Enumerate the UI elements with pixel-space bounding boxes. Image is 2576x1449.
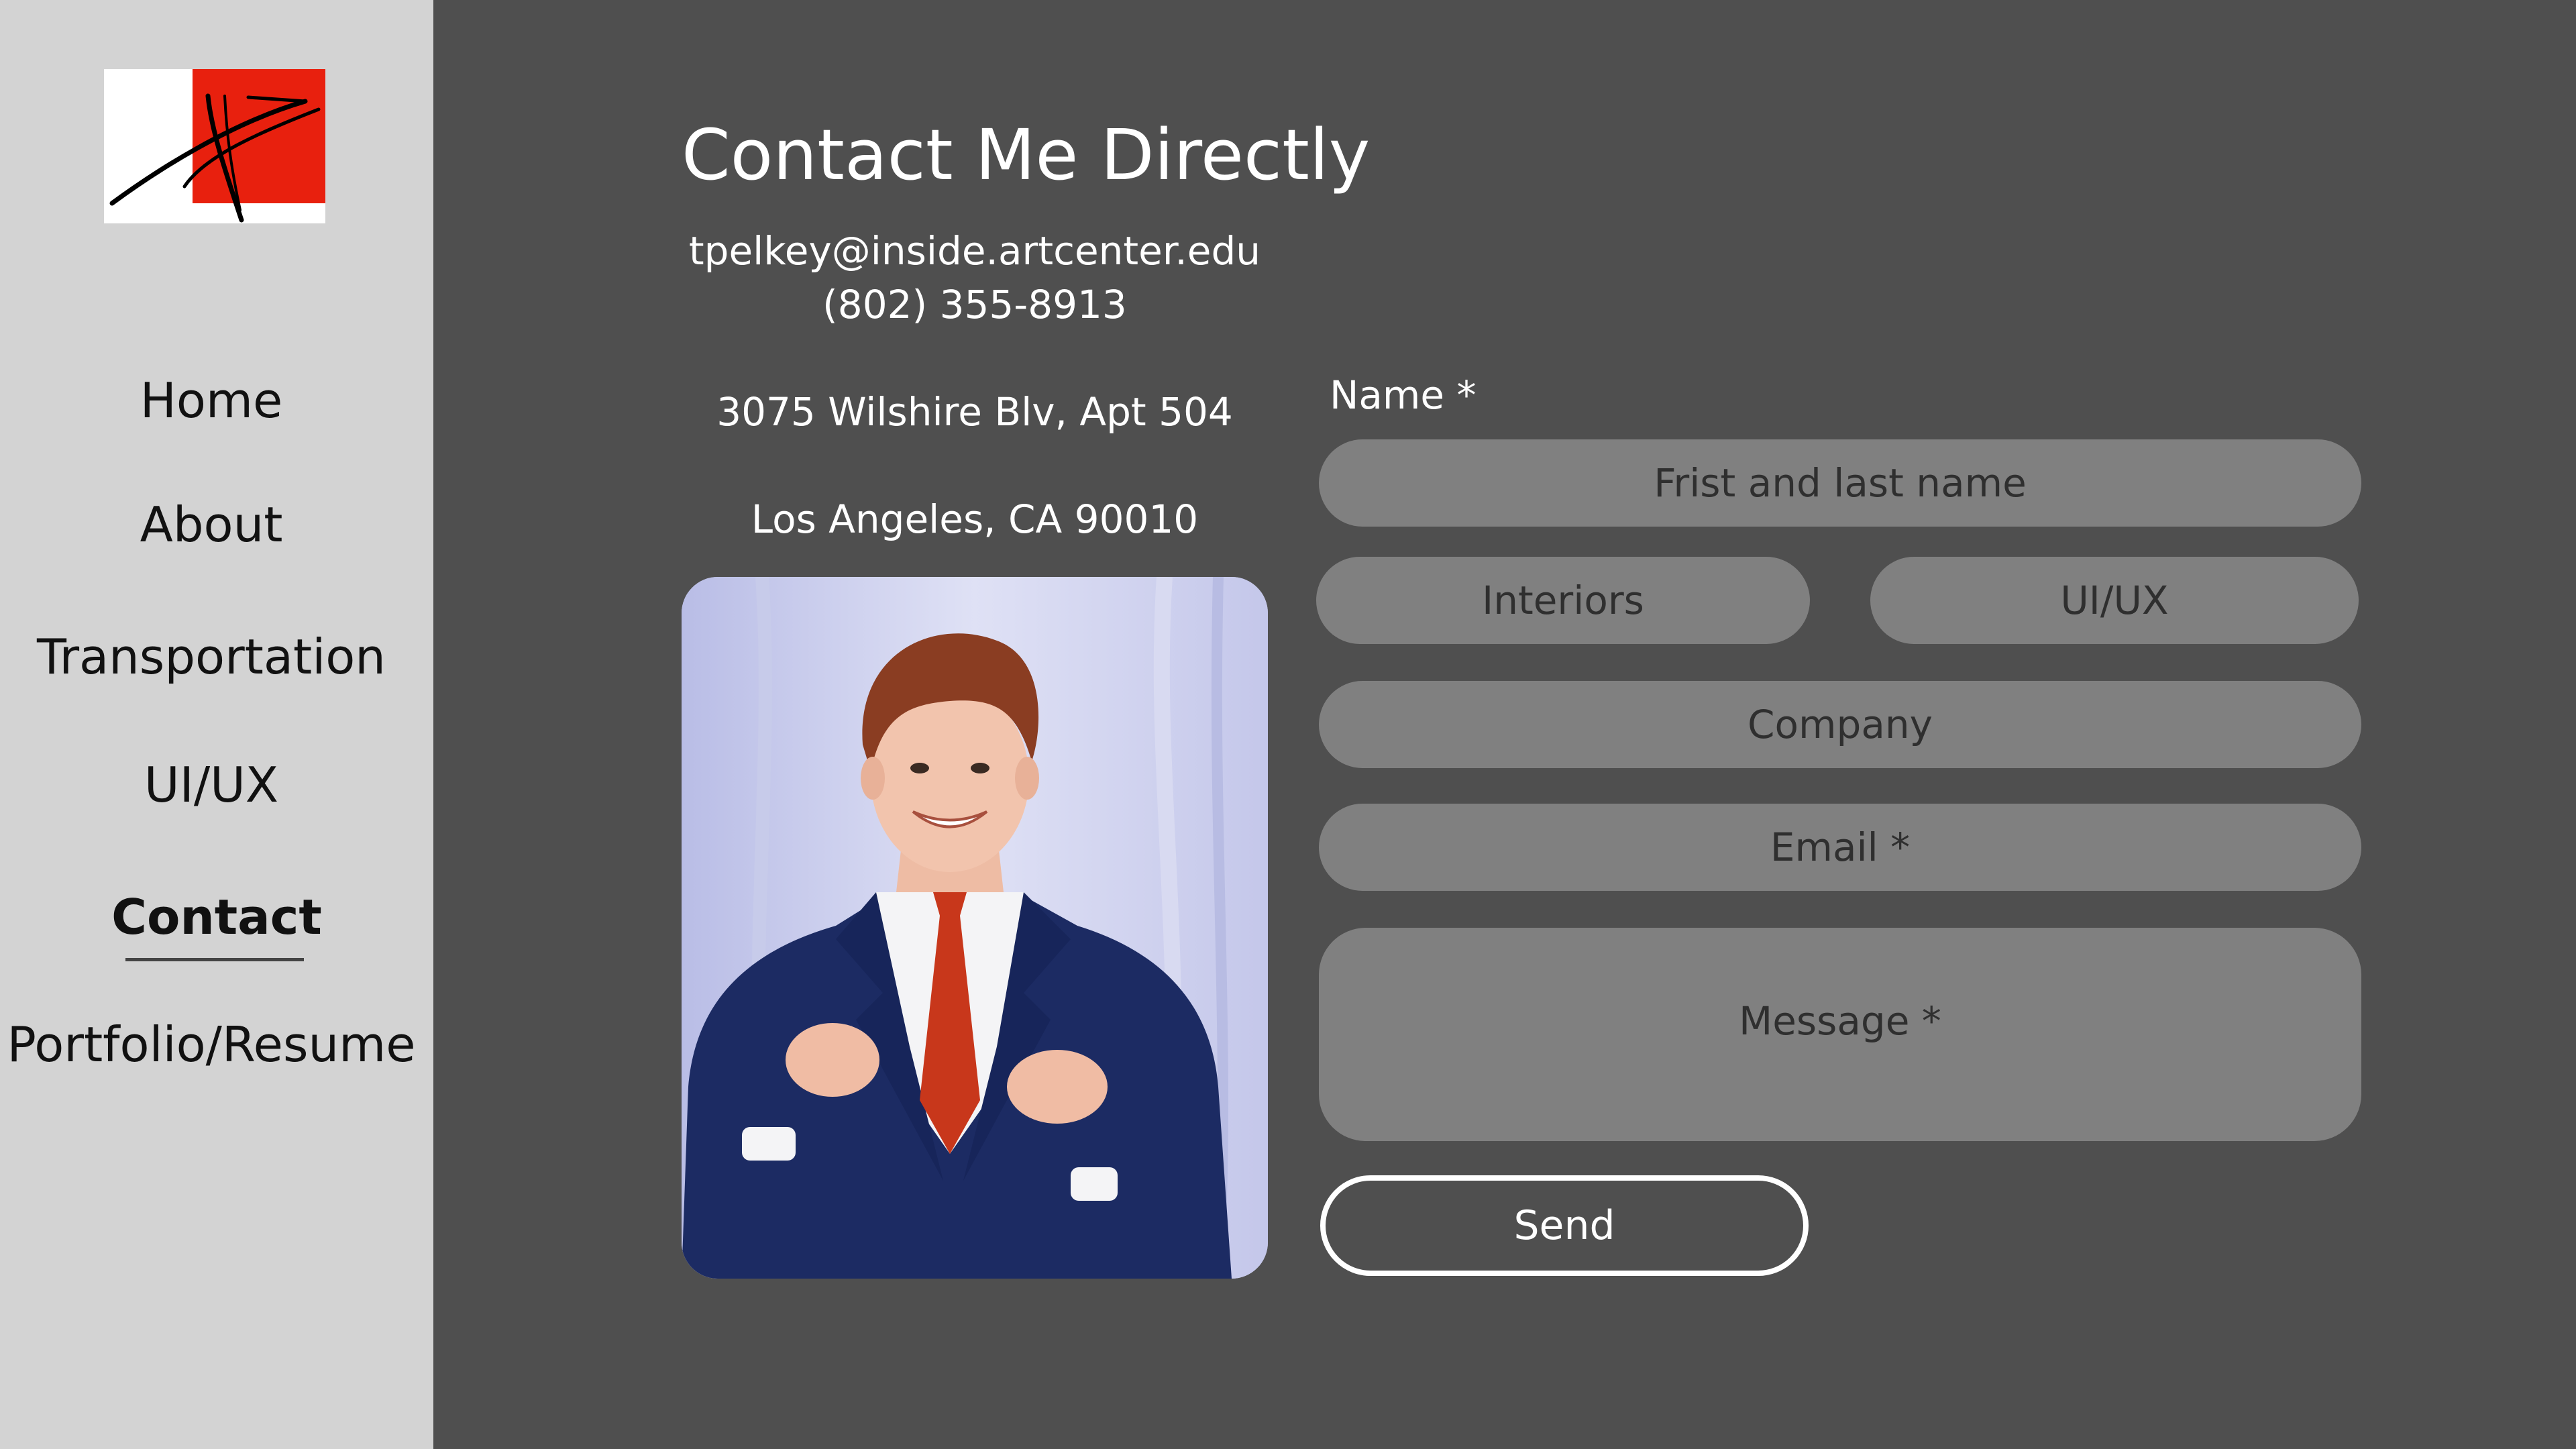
sidebar-item-home[interactable]: Home: [0, 372, 423, 429]
logo[interactable]: [104, 69, 325, 223]
page: Home About Transportation UI/UX Contact …: [0, 0, 2576, 1449]
name-input[interactable]: [1319, 439, 2361, 527]
logo-mark-icon: [109, 93, 321, 223]
page-title: Contact Me Directly: [682, 114, 1371, 196]
address-line-1: 3075 Wilshire Blv, Apt 504: [716, 389, 1233, 435]
name-field-label: Name *: [1330, 372, 1477, 418]
sidebar-item-transportation[interactable]: Transportation: [0, 629, 423, 685]
contact-phone[interactable]: (802) 355-8913: [682, 282, 1268, 327]
portrait-image: [682, 577, 1268, 1279]
send-button[interactable]: Send: [1320, 1175, 1809, 1276]
active-nav-underline: [125, 958, 304, 961]
sidebar-item-portfolio-resume[interactable]: Portfolio/Resume: [0, 1016, 423, 1073]
sidebar-item-uiux[interactable]: UI/UX: [0, 757, 423, 813]
portrait-photo: [682, 577, 1268, 1279]
message-textarea[interactable]: [1319, 928, 2361, 1141]
sidebar-item-about[interactable]: About: [0, 496, 423, 553]
uiux-input[interactable]: [1870, 557, 2359, 644]
company-input[interactable]: [1319, 681, 2361, 768]
sidebar: Home About Transportation UI/UX Contact …: [0, 0, 433, 1449]
contact-email[interactable]: tpelkey@inside.artcenter.edu: [682, 228, 1268, 274]
address-line-2: Los Angeles, CA 90010: [751, 496, 1199, 542]
interiors-input[interactable]: [1316, 557, 1810, 644]
email-input[interactable]: [1319, 804, 2361, 891]
sidebar-item-contact[interactable]: Contact: [5, 889, 428, 945]
